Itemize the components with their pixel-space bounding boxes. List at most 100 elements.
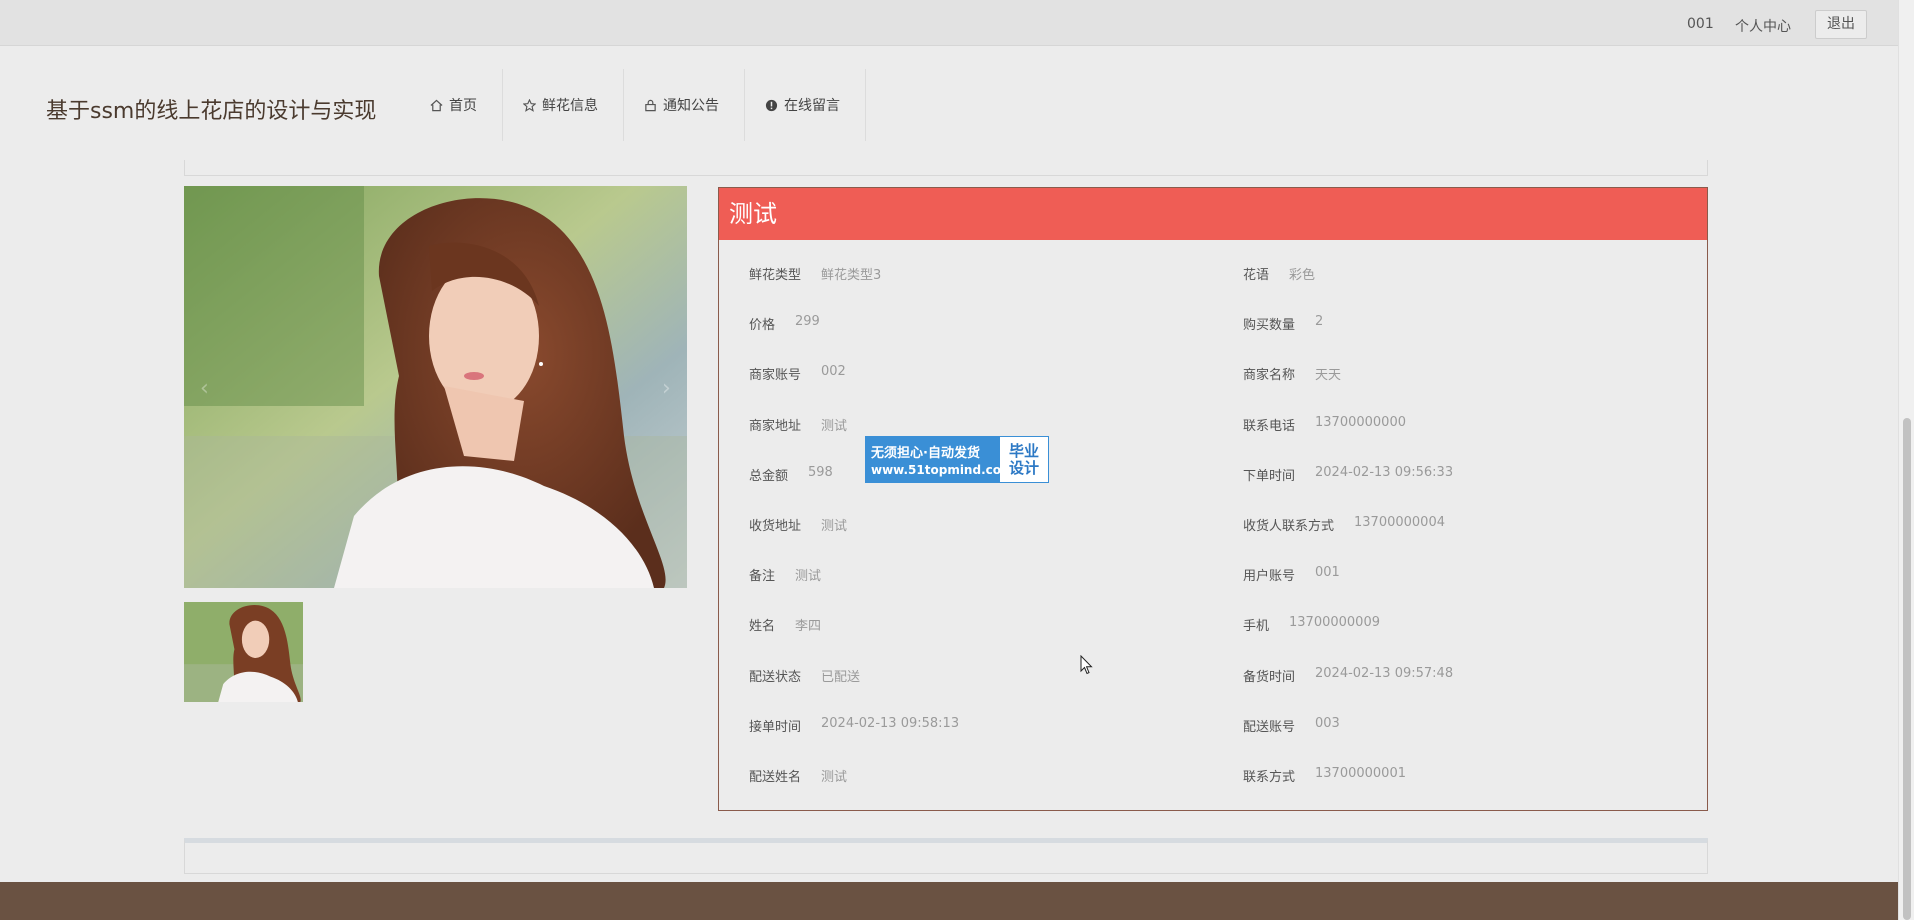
detail-field-label: 联系方式 xyxy=(1243,770,1296,785)
detail-field: 配送状态 已配送 xyxy=(749,666,860,685)
detail-field-value: 13700000009 xyxy=(1289,615,1380,631)
detail-field-value: 13700000000 xyxy=(1315,414,1406,430)
detail-field-label: 购买数量 xyxy=(1243,318,1296,334)
order-detail-panel: 测试 鲜花类型 鲜花类型3 花语 彩色 价格 299 购买数量 2 商家账号 002 商家名称 天天商… xyxy=(718,187,1708,811)
detail-field-value: 001 xyxy=(1315,565,1340,581)
detail-field: 鲜花类型 鲜花类型3 xyxy=(749,264,881,283)
detail-field-value: 13700000001 xyxy=(1315,766,1406,781)
detail-field-value: 2024-02-13 09:56:33 xyxy=(1315,464,1454,480)
detail-field-label: 手机 xyxy=(1243,619,1270,635)
detail-field: 收货地址 测试 xyxy=(749,515,847,534)
exclamation-icon xyxy=(765,99,778,111)
watermark-right2: 设计 xyxy=(1008,458,1039,477)
detail-field-label: 花语 xyxy=(1243,268,1270,283)
detail-field-value: 2024-02-13 09:58:13 xyxy=(821,715,960,731)
detail-field-label: 下单时间 xyxy=(1243,468,1296,484)
breadcrumb-panel xyxy=(184,160,1708,176)
detail-field: 商家账号 002 xyxy=(749,364,846,383)
detail-field-label: 商家地址 xyxy=(749,418,802,434)
detail-field: 花语 彩色 xyxy=(1243,264,1315,283)
detail-field-value: 003 xyxy=(1315,715,1340,731)
detail-field-value: 测试 xyxy=(821,519,848,534)
detail-field-value: 299 xyxy=(795,314,820,330)
home-icon xyxy=(430,99,443,111)
site-header: 基于ssm的线上花店的设计与实现 首页 鲜花信息 通知公告 在线留言 xyxy=(0,46,1898,166)
carousel-next-arrow[interactable]: › xyxy=(662,376,671,401)
nav-notices-label: 通知公告 xyxy=(663,98,719,114)
detail-field-label: 价格 xyxy=(749,318,776,334)
detail-field-label: 姓名 xyxy=(749,619,776,635)
username-label: 001 xyxy=(1687,16,1714,32)
detail-field-value: 天天 xyxy=(1315,368,1342,384)
site-footer xyxy=(0,882,1898,920)
detail-field-value: 鲜花类型3 xyxy=(821,268,882,283)
detail-title: 测试 xyxy=(719,188,1707,240)
watermark-url: www.51topmind.com xyxy=(871,463,1014,477)
detail-field-label: 收货人联系方式 xyxy=(1243,519,1335,534)
detail-field-label: 配送姓名 xyxy=(749,770,802,785)
detail-field: 联系电话 13700000000 xyxy=(1243,415,1406,434)
nav-home-label: 首页 xyxy=(449,98,477,114)
logout-button[interactable]: 退出 xyxy=(1815,10,1867,39)
main-nav: 首页 鲜花信息 通知公告 在线留言 xyxy=(410,69,866,141)
nav-home[interactable]: 首页 xyxy=(410,69,503,141)
detail-field-label: 鲜花类型 xyxy=(749,268,802,283)
detail-field: 手机 13700000009 xyxy=(1243,615,1380,634)
bag-icon xyxy=(645,99,656,111)
carousel-prev-arrow[interactable]: ‹ xyxy=(200,376,209,401)
detail-field: 配送账号 003 xyxy=(1243,716,1340,735)
detail-field-value: 2024-02-13 09:57:48 xyxy=(1315,665,1454,681)
watermark-badge: 无须担心·自动发货 www.51topmind.com 毕业 设计 xyxy=(865,436,1049,483)
detail-field: 姓名 李四 xyxy=(749,615,821,634)
product-thumbnail[interactable] xyxy=(184,602,303,702)
mouse-pointer-icon xyxy=(1080,654,1094,679)
detail-field-label: 商家名称 xyxy=(1243,368,1296,384)
watermark-line1: 无须担心·自动发货 xyxy=(871,446,980,461)
detail-field-label: 接单时间 xyxy=(749,719,802,735)
detail-field-value: 李四 xyxy=(795,619,822,635)
detail-field: 接单时间 2024-02-13 09:58:13 xyxy=(749,716,959,735)
detail-field: 收货人联系方式 13700000004 xyxy=(1243,515,1445,534)
product-image-carousel[interactable]: ‹ › xyxy=(184,186,687,588)
detail-field-label: 收货地址 xyxy=(749,519,802,534)
scrollbar-thumb[interactable] xyxy=(1903,418,1911,920)
comment-panel xyxy=(184,838,1708,874)
nav-flowers[interactable]: 鲜花信息 xyxy=(503,69,624,141)
top-bar: 001 个人中心 退出 xyxy=(0,0,1898,46)
detail-field-label: 备注 xyxy=(749,569,776,585)
detail-field: 用户账号 001 xyxy=(1243,565,1340,584)
watermark-right1: 毕业 xyxy=(1008,441,1039,460)
star-icon xyxy=(523,98,536,112)
detail-field-label: 联系电话 xyxy=(1243,418,1296,434)
detail-field-value: 测试 xyxy=(821,770,848,785)
nav-notices[interactable]: 通知公告 xyxy=(624,69,745,141)
detail-field: 商家地址 测试 xyxy=(749,415,847,434)
detail-field: 备注 测试 xyxy=(749,565,821,584)
detail-field: 总金额 598 xyxy=(749,465,833,484)
product-photo xyxy=(184,186,687,588)
user-center-link[interactable]: 个人中心 xyxy=(1735,16,1791,36)
detail-field: 价格 299 xyxy=(749,314,820,333)
detail-field: 配送姓名 测试 xyxy=(749,766,847,785)
detail-field: 商家名称 天天 xyxy=(1243,364,1341,383)
site-title: 基于ssm的线上花店的设计与实现 xyxy=(46,99,377,124)
nav-flowers-label: 鲜花信息 xyxy=(542,98,598,114)
detail-field-label: 商家账号 xyxy=(749,368,802,384)
detail-field-value: 002 xyxy=(821,364,846,380)
detail-field-label: 用户账号 xyxy=(1243,569,1296,585)
detail-field-value: 测试 xyxy=(795,569,822,585)
nav-messages-label: 在线留言 xyxy=(784,98,840,114)
detail-field-label: 配送状态 xyxy=(749,669,802,685)
detail-field-value: 测试 xyxy=(821,418,848,434)
detail-field-value: 598 xyxy=(808,464,833,480)
nav-messages[interactable]: 在线留言 xyxy=(745,69,866,141)
detail-field-value: 2 xyxy=(1315,314,1324,330)
detail-field-label: 配送账号 xyxy=(1243,719,1296,735)
detail-field: 联系方式 13700000001 xyxy=(1243,766,1406,785)
detail-field-label: 备货时间 xyxy=(1243,669,1296,685)
page-scrollbar[interactable] xyxy=(1898,0,1914,920)
detail-field-value: 已配送 xyxy=(821,669,861,685)
detail-field: 购买数量 2 xyxy=(1243,314,1323,333)
detail-field: 下单时间 2024-02-13 09:56:33 xyxy=(1243,465,1453,484)
detail-field-value: 13700000004 xyxy=(1354,515,1445,530)
